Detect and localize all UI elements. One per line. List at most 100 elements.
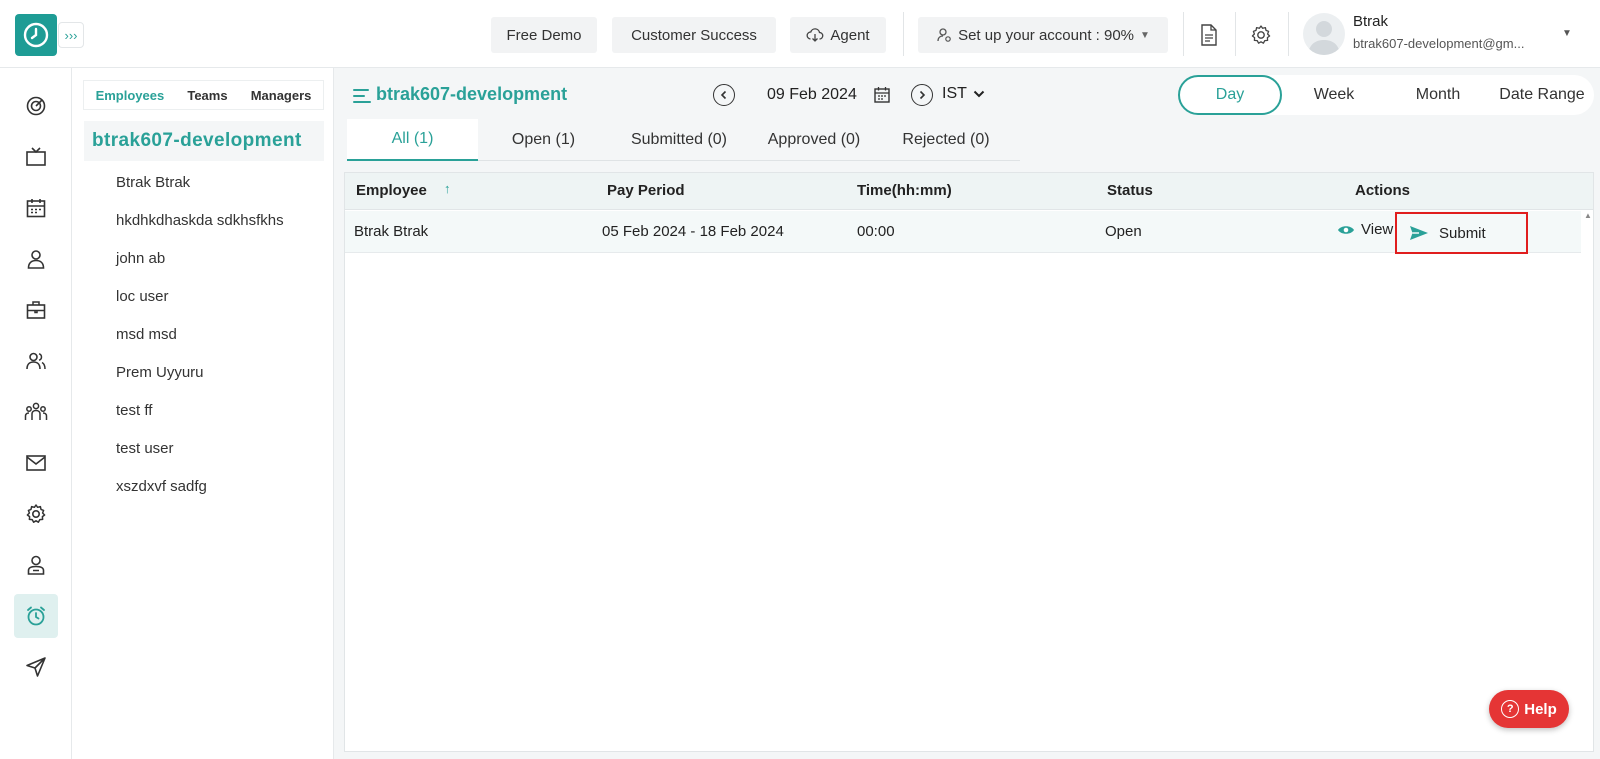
chevron-left-icon [720, 90, 727, 100]
help-label: Help [1524, 700, 1557, 718]
eye-icon [1338, 225, 1354, 234]
chevron-down-icon [973, 90, 985, 98]
top-bar: ››› Free Demo Customer Success Agent Set… [0, 0, 1600, 68]
clock-logo-icon [23, 22, 49, 48]
org-name[interactable]: btrak607-development [84, 121, 324, 161]
app-logo[interactable] [15, 14, 57, 56]
caret-down-icon: ▼ [1140, 29, 1150, 41]
nav-dashboard[interactable] [14, 84, 58, 128]
divider [1288, 12, 1289, 56]
tab-open[interactable]: Open (1) [478, 119, 609, 161]
avatar[interactable] [1303, 13, 1345, 55]
free-demo-button[interactable]: Free Demo [491, 17, 597, 53]
tab-rejected[interactable]: Rejected (0) [879, 119, 1013, 161]
nav-admin[interactable] [14, 543, 58, 587]
employee-item[interactable]: loc user [116, 288, 169, 305]
column-status[interactable]: Status [1107, 182, 1153, 199]
submit-button[interactable]: Submit [1395, 212, 1528, 254]
employee-item[interactable]: test ff [116, 402, 152, 419]
tab-managers[interactable]: Managers [251, 88, 312, 103]
agent-label: Agent [830, 26, 870, 44]
date-value: 09 Feb 2024 [767, 86, 857, 103]
timezone-dropdown[interactable]: IST [942, 85, 985, 103]
cloud-download-icon [806, 28, 824, 42]
nav-settings[interactable] [14, 492, 58, 536]
nav-live[interactable] [14, 135, 58, 179]
user-avatar-icon [1308, 21, 1340, 55]
help-button[interactable]: ? Help [1489, 690, 1569, 728]
nav-calendar[interactable] [14, 186, 58, 230]
employee-item[interactable]: Prem Uyyuru [116, 364, 204, 381]
divider [1183, 12, 1184, 56]
user-setup-icon [937, 28, 951, 42]
nav-messages[interactable] [14, 441, 58, 485]
tab-employees[interactable]: Employees [96, 88, 165, 103]
tab-all[interactable]: All (1) [347, 119, 478, 161]
user-icon [27, 250, 45, 269]
column-time[interactable]: Time(hh:mm) [857, 182, 952, 199]
nav-teams[interactable] [14, 390, 58, 434]
employee-panel: Employees Teams Managers btrak607-develo… [72, 68, 334, 759]
view-week[interactable]: Week [1282, 75, 1386, 115]
gear-icon [1251, 25, 1271, 44]
employee-item[interactable]: john ab [116, 250, 165, 267]
previous-date-button[interactable] [713, 84, 735, 106]
view-button[interactable]: View [1337, 221, 1393, 238]
divider [1235, 12, 1236, 56]
briefcase-icon [26, 301, 46, 319]
setup-account-dropdown[interactable]: Set up your account : 90% ▼ [918, 17, 1168, 53]
next-date-button[interactable] [911, 84, 933, 106]
employee-item[interactable]: hkdhkdhaskda sdkhsfkhs [116, 212, 284, 229]
cell-status: Open [1105, 223, 1142, 240]
employee-item[interactable]: xszdxvf sadfg [116, 478, 207, 495]
expand-sidebar-button[interactable]: ››› [58, 22, 84, 48]
nav-timesheet[interactable] [14, 594, 58, 638]
calendar-icon[interactable] [874, 86, 890, 108]
customer-success-button[interactable]: Customer Success [612, 17, 776, 53]
table-row[interactable]: Btrak Btrak 05 Feb 2024 - 18 Feb 2024 00… [345, 211, 1581, 254]
view-month[interactable]: Month [1386, 75, 1490, 115]
nav-employees[interactable] [14, 339, 58, 383]
sort-arrow-up-icon[interactable]: ↑ [444, 181, 451, 196]
tab-submitted[interactable]: Submitted (0) [609, 119, 749, 161]
timesheet-grid: Employee ↑ Pay Period Time(hh:mm) Status… [344, 172, 1594, 752]
alarm-clock-icon [27, 606, 45, 626]
tab-teams[interactable]: Teams [187, 88, 227, 103]
user-menu-caret-icon[interactable]: ▼ [1562, 28, 1572, 39]
customer-success-label: Customer Success [631, 26, 757, 44]
document-button[interactable] [1196, 22, 1222, 48]
nav-send[interactable] [14, 645, 58, 689]
nav-profile[interactable] [14, 237, 58, 281]
panel-tabs: Employees Teams Managers [83, 80, 324, 110]
timezone-value: IST [942, 85, 967, 102]
view-day[interactable]: Day [1178, 75, 1282, 115]
tv-icon [26, 147, 46, 166]
divider [903, 12, 904, 56]
question-icon: ? [1501, 700, 1520, 718]
scroll-up-arrow-icon[interactable]: ▲ [1584, 211, 1592, 220]
team-icon [24, 402, 48, 420]
settings-button[interactable] [1248, 22, 1274, 48]
tab-approved[interactable]: Approved (0) [749, 119, 879, 161]
view-date-range[interactable]: Date Range [1490, 75, 1594, 115]
cell-pay-period: 05 Feb 2024 - 18 Feb 2024 [602, 223, 784, 240]
mail-icon [26, 455, 46, 471]
employee-item[interactable]: test user [116, 440, 174, 457]
column-pay-period[interactable]: Pay Period [607, 182, 685, 199]
cell-employee: Btrak Btrak [354, 223, 429, 240]
grid-header: Employee ↑ Pay Period Time(hh:mm) Status… [345, 173, 1593, 210]
user-email: btrak607-development@gm... [1353, 36, 1525, 51]
nav-projects[interactable] [14, 288, 58, 332]
setup-account-label: Set up your account : 90% [958, 26, 1135, 44]
navigation-arrow-icon [26, 657, 46, 677]
target-icon [26, 96, 46, 116]
column-employee[interactable]: Employee [356, 182, 427, 199]
hamburger-menu-icon [353, 89, 371, 103]
employee-item[interactable]: Btrak Btrak [116, 174, 190, 191]
agent-button[interactable]: Agent [790, 17, 886, 53]
date-picker[interactable]: 09 Feb 2024 [745, 76, 900, 114]
employee-item[interactable]: msd msd [116, 326, 177, 343]
menu-toggle[interactable] [352, 86, 372, 110]
cell-time: 00:00 [857, 223, 895, 240]
send-icon [1410, 226, 1428, 240]
